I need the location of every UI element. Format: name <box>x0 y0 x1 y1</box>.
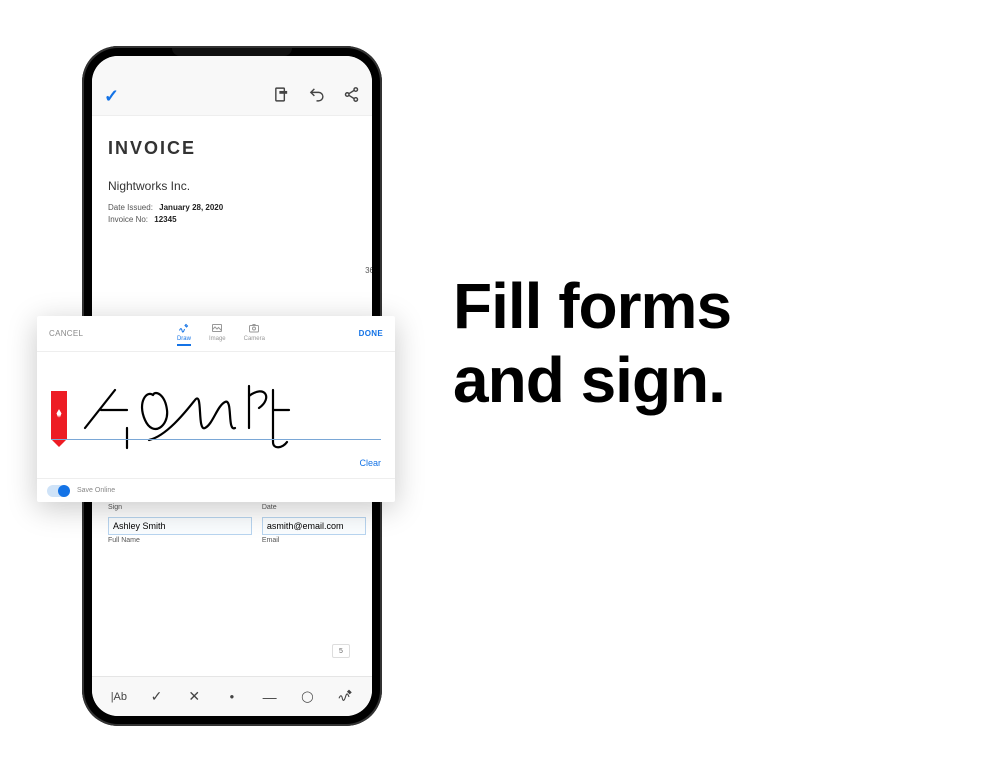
form-mode-icon[interactable] <box>273 86 290 108</box>
dot-tool[interactable]: ● <box>221 692 243 701</box>
invoice-title: INVOICE <box>108 138 356 159</box>
tab-image[interactable]: Image <box>209 322 226 346</box>
app-topbar: ✓ <box>92 78 372 116</box>
save-online-toggle[interactable] <box>47 485 69 497</box>
date-issued-row: Date Issued: January 28, 2020 <box>108 203 356 212</box>
cancel-button[interactable]: CANCEL <box>49 329 83 338</box>
headline-text: Fill forms and sign. <box>453 270 731 416</box>
dash-tool[interactable]: — <box>259 689 281 705</box>
signature-draw-area[interactable]: Clear <box>37 352 395 478</box>
email-input[interactable] <box>262 517 366 535</box>
marketing-headline: Fill forms and sign. <box>453 270 731 417</box>
page-indicator[interactable]: 5 <box>332 644 350 658</box>
tab-image-label: Image <box>209 336 226 342</box>
sign-label: Sign <box>108 504 252 511</box>
save-online-label: Save Online <box>77 487 115 494</box>
oval-tool[interactable]: ◯ <box>296 690 318 703</box>
cutoff-fragment: 36 <box>365 266 372 275</box>
date-issued-label: Date Issued: <box>108 203 153 212</box>
invoice-no-label: Invoice No: <box>108 215 148 224</box>
signature-tabs: Draw Image Camera <box>83 322 358 346</box>
date-label: Date <box>262 504 366 511</box>
tab-draw-label: Draw <box>177 336 191 342</box>
phone-notch <box>172 48 292 56</box>
signature-panel-footer: Save Online <box>37 478 395 502</box>
camera-icon <box>248 322 260 334</box>
email-field: Email <box>262 517 366 544</box>
confirm-icon[interactable]: ✓ <box>104 86 119 106</box>
fullname-input[interactable] <box>108 517 252 535</box>
draw-icon <box>178 322 190 334</box>
adobe-marker-icon <box>51 391 67 439</box>
pen-nib-icon <box>54 408 64 422</box>
text-tool[interactable]: |Ab <box>108 691 130 703</box>
undo-icon[interactable] <box>308 86 325 108</box>
fullname-field: Full Name <box>108 517 252 544</box>
company-name: Nightworks Inc. <box>108 179 356 193</box>
checkmark-tool[interactable]: ✓ <box>146 688 168 705</box>
tab-camera[interactable]: Camera <box>244 322 265 346</box>
invoice-no-row: Invoice No: 12345 <box>108 215 356 224</box>
tab-draw[interactable]: Draw <box>177 322 191 346</box>
signature-baseline <box>51 439 381 440</box>
status-bar <box>92 56 372 78</box>
fullname-label: Full Name <box>108 537 252 544</box>
annotation-toolbar: |Ab ✓ ✕ ● — ◯ <box>92 676 372 716</box>
signature-tool[interactable] <box>334 687 356 706</box>
signature-panel-header: CANCEL Draw Image Camera DONE <box>37 316 395 352</box>
image-icon <box>211 322 223 334</box>
x-tool[interactable]: ✕ <box>183 688 205 705</box>
done-button[interactable]: DONE <box>359 329 383 338</box>
clear-button[interactable]: Clear <box>359 458 381 468</box>
invoice-no-value: 12345 <box>154 215 176 224</box>
date-issued-value: January 28, 2020 <box>159 203 223 212</box>
email-label: Email <box>262 537 366 544</box>
signature-panel: CANCEL Draw Image Camera DONE Clear <box>37 316 395 502</box>
share-icon[interactable] <box>343 86 360 108</box>
tab-camera-label: Camera <box>244 336 265 342</box>
